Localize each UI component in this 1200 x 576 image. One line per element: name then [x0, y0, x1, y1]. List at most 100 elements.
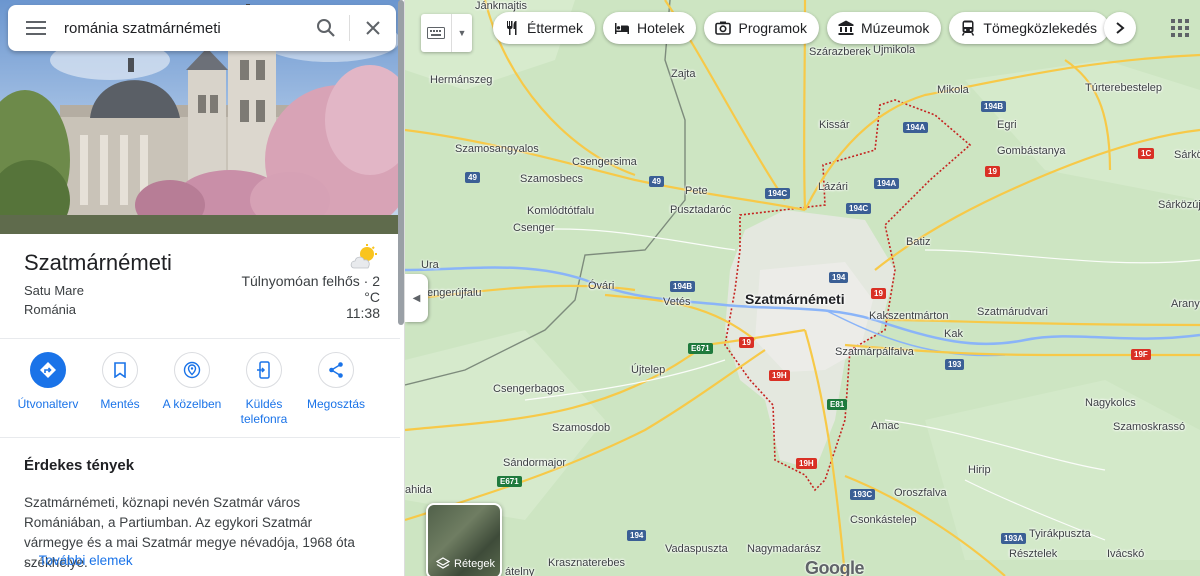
directions-button[interactable]: Útvonalterv — [12, 352, 84, 427]
map-label: Szamosdob — [552, 422, 611, 434]
layers-button[interactable]: Rétegek — [426, 503, 502, 576]
collapse-panel-button[interactable]: ◀ — [405, 274, 428, 322]
road-shield: 1C — [1138, 148, 1155, 159]
road-shield: 194A — [874, 178, 900, 189]
road-shield: 193 — [945, 359, 965, 370]
transit-icon — [962, 20, 975, 36]
chip-label: Éttermek — [527, 20, 584, 36]
road-shield: 194B — [670, 281, 696, 292]
map-city-label[interactable]: Szatmárnémeti — [745, 291, 845, 307]
facts-heading: Érdekes tények — [24, 457, 135, 474]
map-label: Egri — [997, 119, 1017, 131]
search-box[interactable]: románia szatmárnémeti — [8, 5, 396, 51]
map-label: Batiz — [906, 236, 931, 248]
action-label: Mentés — [100, 397, 140, 411]
share-button[interactable]: Megosztás — [300, 352, 372, 427]
map-canvas[interactable]: Jánkmajtis Zajta Szárazberek Ujmikola He… — [405, 0, 1200, 576]
chip-label: Tömegközlekedés — [983, 20, 1098, 36]
chip-restaurants[interactable]: Éttermek — [493, 12, 596, 44]
layers-label: Rétegek — [454, 558, 495, 570]
close-icon[interactable] — [350, 20, 396, 36]
map-label: Kak — [944, 328, 963, 340]
map-label: Lázári — [818, 181, 848, 193]
map-label: Amac — [871, 420, 900, 432]
place-photo[interactable]: románia szatmárnémeti — [0, 0, 400, 234]
panel-scrollbar[interactable] — [398, 0, 404, 325]
map-label: Komlódtótfalu — [527, 205, 595, 217]
camera-icon — [715, 21, 732, 35]
map-label: engerújfalu — [427, 287, 482, 299]
map-label: Gombástanya — [997, 145, 1066, 157]
place-title: Szatmárnémeti — [24, 250, 172, 275]
map-label: Pusztadaróc — [670, 204, 732, 216]
weather-info: Túlnyomóan felhős · 2 °C 11:38 — [230, 273, 380, 321]
map-label: Sárközújlak — [1158, 199, 1200, 211]
chevron-down-icon[interactable]: ▼ — [452, 28, 472, 38]
place-panel: románia szatmárnémeti Szatmárnémeti Satu… — [0, 0, 405, 576]
map-label: Túrterebestelep — [1085, 82, 1163, 94]
map-label: Ura — [421, 259, 439, 271]
map-label: Tyirákpuszta — [1029, 528, 1091, 540]
road-shield: 49 — [649, 176, 664, 187]
road-shield: 19 — [985, 166, 1000, 177]
road-shield: E81 — [827, 399, 848, 410]
more-link[interactable]: További elemek — [39, 553, 133, 568]
map-label: Kissár — [819, 119, 850, 131]
action-row: Útvonalterv Mentés A közelben Küldés tel… — [12, 352, 372, 427]
local-time: 11:38 — [346, 305, 380, 321]
chips-next-button[interactable] — [1104, 12, 1136, 44]
road-shield: 194C — [846, 203, 872, 214]
chevron-left-icon: ◀ — [412, 292, 421, 304]
road-shield: 19 — [871, 288, 886, 299]
map-label: Szatmárpálfalva — [835, 346, 914, 358]
map-label: Hirip — [968, 464, 991, 476]
road-shield: 49 — [465, 172, 480, 183]
map-label: Kakszentmárton — [869, 310, 949, 322]
road-shield: 19F — [1131, 349, 1151, 360]
map-label: Jánkmajtis — [475, 0, 527, 12]
more-prefix: ... — [24, 553, 36, 568]
map-label: Csonkástelep — [850, 514, 917, 526]
road-shield: 194C — [765, 188, 791, 199]
road-shield: E671 — [688, 343, 713, 354]
send-to-phone-icon — [257, 361, 270, 379]
map-label: Nagymadarász — [747, 543, 821, 555]
map-label: Szárazberek — [809, 46, 871, 58]
map-label: átelny — [505, 566, 535, 576]
map-label: ahida — [405, 484, 432, 496]
chip-transit[interactable]: Tömegközlekedés — [949, 12, 1110, 44]
chip-things-to-do[interactable]: Programok — [704, 12, 819, 44]
nearby-button[interactable]: A közelben — [156, 352, 228, 427]
map-label: Ujmikola — [873, 44, 916, 56]
map-label: Szamoskrassó — [1113, 421, 1186, 433]
map-label: Szatmárudvari — [977, 306, 1048, 318]
search-icon[interactable] — [303, 18, 349, 38]
road-shield: E671 — [497, 476, 522, 487]
map-label: Újtelep — [631, 364, 666, 376]
map-label: Vadaspuszta — [665, 543, 728, 555]
map-label: Nagykolcs — [1085, 397, 1136, 409]
map-label: Csenger — [513, 222, 555, 234]
road-shield: 194 — [627, 530, 647, 541]
road-shield: 19H — [796, 458, 817, 469]
input-tools-button[interactable]: ▼ — [421, 14, 472, 52]
action-label: Megosztás — [306, 397, 366, 411]
menu-icon[interactable] — [8, 20, 64, 36]
map-label: Pete — [685, 185, 708, 197]
map-label: Sándormajor — [503, 457, 566, 469]
restaurant-icon — [507, 21, 517, 35]
museum-icon — [838, 20, 854, 35]
send-to-phone-button[interactable]: Küldés telefonra — [228, 352, 300, 427]
chip-label: Programok — [738, 20, 807, 36]
search-input[interactable]: románia szatmárnémeti — [64, 20, 303, 37]
map-label: Ivácskó — [1107, 548, 1145, 560]
nearby-icon — [183, 361, 201, 379]
chip-hotels[interactable]: Hotelek — [603, 12, 697, 44]
map-label: Vetés — [663, 296, 691, 308]
apps-grid-icon[interactable] — [1168, 16, 1192, 40]
map-label: Aranyos — [1171, 298, 1200, 310]
map-label: Sárköz — [1174, 149, 1200, 161]
chip-museums[interactable]: Múzeumok — [826, 12, 942, 44]
save-button[interactable]: Mentés — [84, 352, 156, 427]
map-label: Zajta — [671, 68, 696, 80]
